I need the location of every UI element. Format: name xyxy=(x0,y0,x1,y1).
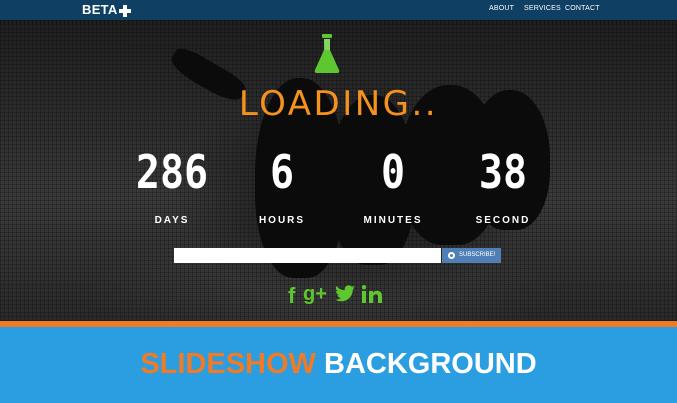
countdown-hours-label: HOURS xyxy=(258,215,306,226)
nav-link-about[interactable]: ABOUT xyxy=(489,5,514,12)
countdown-second-label: SECOND xyxy=(475,215,531,226)
twitter-icon[interactable] xyxy=(334,285,356,303)
nav-link-contact[interactable]: CONTACT xyxy=(565,5,600,12)
linkedin-icon[interactable] xyxy=(362,285,382,303)
navbar: BETA ABOUT SERVICES CONTACT xyxy=(0,0,677,20)
countdown-minutes-label: MINUTES xyxy=(363,215,423,226)
brand-logo[interactable]: BETA xyxy=(82,2,118,17)
subscribe-button[interactable]: SUBSCRIBE! xyxy=(442,248,501,263)
banner-title-part1: SLIDESHOW xyxy=(140,348,316,380)
email-input[interactable] xyxy=(174,248,441,263)
countdown-days-value: 286 xyxy=(135,146,209,200)
countdown-minutes-value: 0 xyxy=(380,146,406,200)
countdown-second-value: 38 xyxy=(478,146,528,200)
subscribe-button-label: SUBSCRIBE! xyxy=(459,252,496,258)
flask-icon xyxy=(314,34,340,73)
google-plus-icon[interactable]: g+ xyxy=(303,283,327,306)
hero-section: BETA ABOUT SERVICES CONTACT LOADING.. 28… xyxy=(0,0,677,321)
loading-heading: LOADING.. xyxy=(238,84,439,124)
facebook-icon[interactable]: f xyxy=(288,283,295,309)
banner-title: SLIDESHOW BACKGROUND xyxy=(0,348,677,381)
countdown-days-label: DAYS xyxy=(154,215,190,226)
banner-title-part2: BACKGROUND xyxy=(324,348,537,380)
countdown-hours-value: 6 xyxy=(269,146,295,200)
plus-icon xyxy=(119,5,131,17)
nav-link-services[interactable]: SERVICES xyxy=(524,5,561,12)
gear-icon xyxy=(448,252,455,259)
